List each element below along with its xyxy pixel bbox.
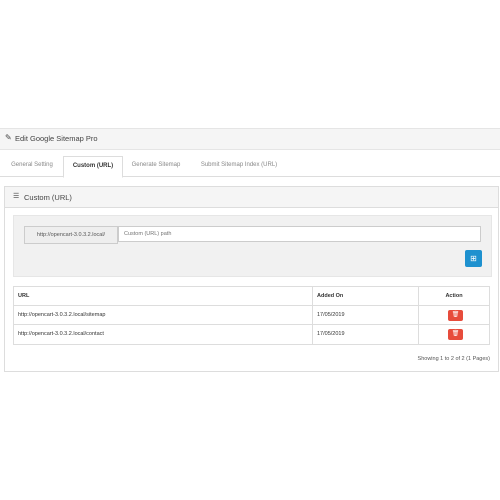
row-added-on: 17/05/2019 bbox=[313, 306, 419, 324]
row-url: http://opencart-3.0.3.2.local/contact bbox=[14, 325, 313, 344]
tab-submit-sitemap-index[interactable]: Submit Sitemap Index (URL) bbox=[193, 156, 285, 175]
page-title: Edit Google Sitemap Pro bbox=[15, 134, 98, 143]
column-header-added-on: Added On bbox=[313, 287, 419, 305]
row-url: http://opencart-3.0.3.2.local/sitemap bbox=[14, 306, 313, 324]
custom-url-panel: ☰ Custom (URL) http://opencart-3.0.3.2.l… bbox=[4, 186, 499, 372]
tab-general-setting[interactable]: General Setting bbox=[4, 156, 60, 175]
tab-custom-url[interactable]: Custom (URL) bbox=[63, 156, 123, 178]
column-header-url: URL bbox=[14, 287, 313, 305]
add-url-form: http://opencart-3.0.3.2.local/ ⊞ bbox=[13, 215, 492, 277]
row-added-on: 17/05/2019 bbox=[313, 325, 419, 344]
edit-panel: ✎ Edit Google Sitemap Pro General Settin… bbox=[0, 128, 500, 378]
list-icon: ☰ bbox=[13, 193, 20, 200]
delete-button[interactable]: 🗑 bbox=[448, 329, 463, 340]
custom-url-panel-heading: ☰ Custom (URL) bbox=[5, 187, 498, 208]
tab-bar: General Setting Custom (URL) Generate Si… bbox=[0, 153, 500, 178]
table-row: http://opencart-3.0.3.2.local/sitemap 17… bbox=[13, 305, 490, 325]
trash-icon: 🗑 bbox=[451, 331, 460, 337]
table-header-row: URL Added On Action bbox=[13, 286, 490, 306]
tab-generate-sitemap[interactable]: Generate Sitemap bbox=[124, 156, 188, 175]
table-row: http://opencart-3.0.3.2.local/contact 17… bbox=[13, 324, 490, 345]
column-header-action: Action bbox=[445, 293, 463, 299]
url-prefix: http://opencart-3.0.3.2.local/ bbox=[24, 226, 118, 244]
pencil-icon: ✎ bbox=[5, 133, 12, 142]
trash-icon: 🗑 bbox=[451, 312, 460, 318]
pagination-text: Showing 1 to 2 of 2 (1 Pages) bbox=[417, 356, 490, 362]
add-url-button[interactable]: ⊞ bbox=[465, 250, 482, 267]
plus-icon: ⊞ bbox=[470, 254, 477, 263]
custom-url-path-input[interactable] bbox=[118, 226, 481, 242]
page-header: ✎ Edit Google Sitemap Pro bbox=[0, 128, 500, 150]
panel-title: Custom (URL) bbox=[24, 193, 72, 202]
delete-button[interactable]: 🗑 bbox=[448, 310, 463, 321]
